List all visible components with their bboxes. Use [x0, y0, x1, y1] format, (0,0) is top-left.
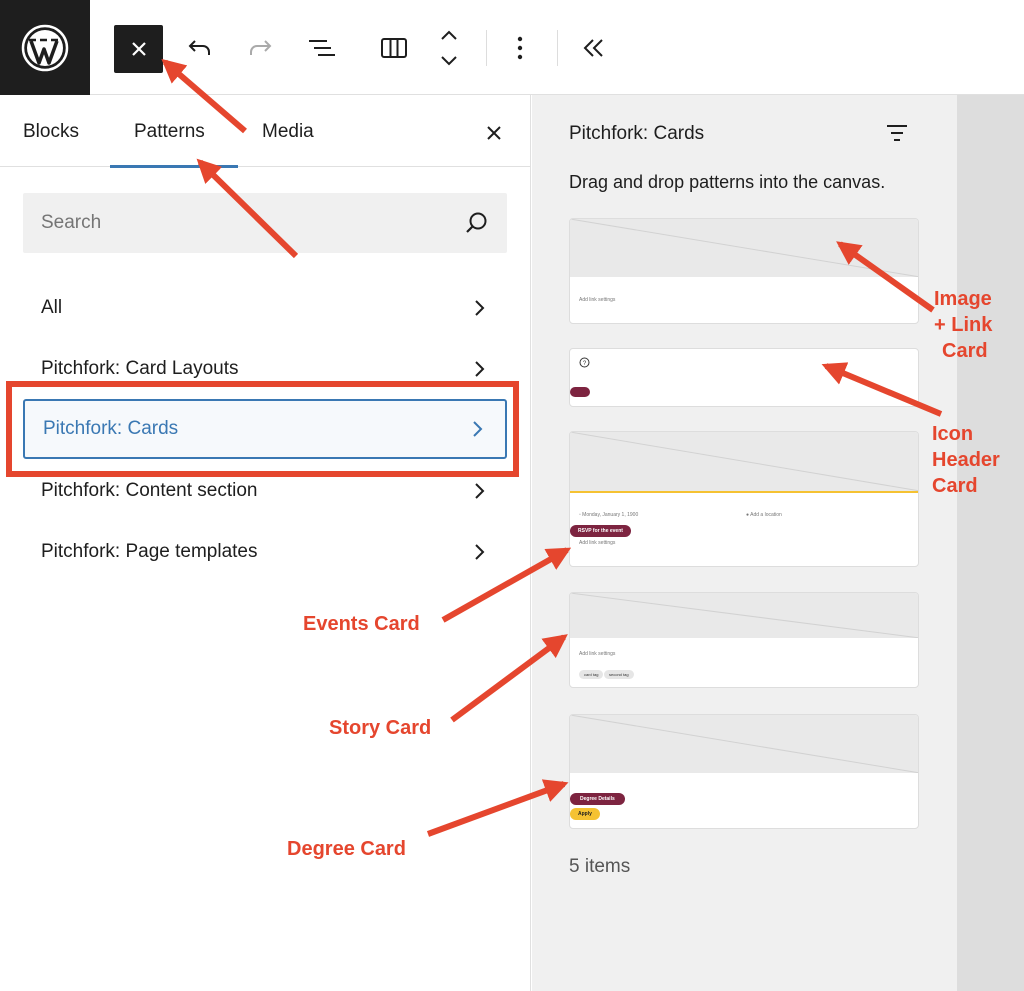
document-overview-icon: [309, 40, 335, 56]
apply-button: Apply: [570, 808, 600, 820]
close-icon: [487, 126, 501, 140]
undo-icon: [188, 40, 210, 55]
event-location-text: ● Add a location: [746, 512, 782, 518]
annotation-line: Icon: [932, 423, 974, 445]
event-location: Add a location: [750, 512, 782, 518]
help-icon: ?: [579, 357, 590, 368]
pattern-category-title: Pitchfork: Cards: [569, 123, 705, 144]
editor-toolbar: [0, 0, 1024, 95]
tab-media[interactable]: Media: [262, 121, 314, 143]
image-placeholder: [570, 593, 918, 639]
block-mover-icon: [441, 30, 457, 66]
pattern-image-link-card[interactable]: Add link settings: [569, 218, 919, 324]
redo-icon: [250, 40, 272, 55]
filter-icon[interactable]: [884, 120, 910, 146]
chevron-right-icon: [475, 544, 485, 560]
annotation-events-card: Events Card: [303, 613, 420, 635]
close-icon: [131, 42, 146, 56]
block-inserter-panel: Blocks Patterns Media All Pitchfork: Car…: [0, 95, 531, 991]
annotation-story-card: Story Card: [329, 717, 432, 739]
category-label: Pitchfork: Content section: [41, 480, 258, 501]
annotation-line: Image: [934, 288, 992, 310]
pattern-count: 5 items: [569, 856, 631, 877]
annotation-degree-card: Degree Card: [287, 838, 406, 860]
card-tag: second tag: [604, 670, 634, 679]
link-settings-text: Add link settings: [579, 651, 616, 657]
degree-details-button: Degree Details: [570, 793, 625, 805]
accent-bar: [570, 491, 918, 493]
highlight-box: [6, 381, 519, 477]
columns-button[interactable]: [376, 30, 412, 66]
svg-text:?: ?: [583, 361, 587, 367]
chevron-right-icon: [475, 300, 485, 316]
active-tab-indicator: [110, 165, 238, 168]
pattern-events-card[interactable]: ▫ Monday, January 1, 1900 ● Add a locati…: [569, 431, 919, 567]
event-date: Monday, January 1, 1900: [582, 512, 639, 518]
annotation-line: Header: [932, 449, 1000, 471]
pattern-description: Drag and drop patterns into the canvas.: [569, 172, 886, 192]
toolbar-divider: [557, 30, 558, 66]
tab-blocks[interactable]: Blocks: [23, 121, 79, 143]
collapse-toolbar-button[interactable]: [576, 30, 612, 66]
tab-patterns[interactable]: Patterns: [134, 121, 205, 143]
card-tag: card tag: [579, 670, 604, 679]
search-input[interactable]: [41, 193, 461, 253]
button-placeholder: [570, 387, 590, 397]
category-page-templates[interactable]: Pitchfork: Page templates: [23, 522, 507, 582]
category-all[interactable]: All: [23, 278, 507, 338]
link-settings-text: Add link settings: [579, 297, 616, 303]
inserter-tabs: Blocks Patterns Media: [0, 95, 530, 168]
annotation-line: Card: [942, 340, 988, 362]
columns-icon: [381, 38, 407, 58]
redo-button[interactable]: [242, 30, 278, 66]
annotation-line: + Link: [934, 314, 993, 336]
pattern-search: [23, 193, 507, 253]
more-options-icon: [517, 36, 523, 60]
rsvp-button: RSVP for the event: [570, 525, 631, 537]
more-options-button[interactable]: [504, 30, 536, 66]
event-date-text: ▫ Monday, January 1, 1900: [579, 512, 639, 518]
collapse-icon: [583, 39, 603, 57]
close-panel-button[interactable]: [480, 119, 508, 147]
annotation-icon-header-card: Icon Header Card: [932, 421, 1000, 499]
document-overview-button[interactable]: [302, 30, 338, 66]
pattern-degree-card[interactable]: Degree Details Apply: [569, 714, 919, 829]
image-placeholder: [570, 219, 918, 278]
link-settings-text: Add link settings: [579, 540, 616, 546]
wordpress-logo-icon[interactable]: [0, 0, 90, 95]
annotation-image-link-card: Image + Link Card: [934, 286, 992, 364]
close-inserter-button[interactable]: [114, 25, 163, 73]
category-label: All: [41, 297, 63, 318]
toolbar-divider: [486, 30, 487, 66]
annotation-line: Card: [932, 475, 978, 497]
chevron-right-icon: [475, 483, 485, 499]
pattern-story-card[interactable]: Add link settings card tag second tag: [569, 592, 919, 688]
chevron-right-icon: [475, 361, 485, 377]
category-label: Pitchfork: Page templates: [41, 541, 258, 562]
image-placeholder: [570, 715, 918, 774]
search-icon[interactable]: [463, 209, 491, 237]
pattern-list-panel: Pitchfork: Cards Drag and drop patterns …: [532, 95, 957, 991]
image-placeholder: [570, 432, 918, 492]
block-mover-button[interactable]: [431, 24, 467, 72]
editor-canvas-edge: [957, 95, 1024, 991]
category-label: Pitchfork: Card Layouts: [41, 358, 239, 379]
pattern-icon-header-card[interactable]: ?: [569, 348, 919, 407]
undo-button[interactable]: [182, 30, 218, 66]
